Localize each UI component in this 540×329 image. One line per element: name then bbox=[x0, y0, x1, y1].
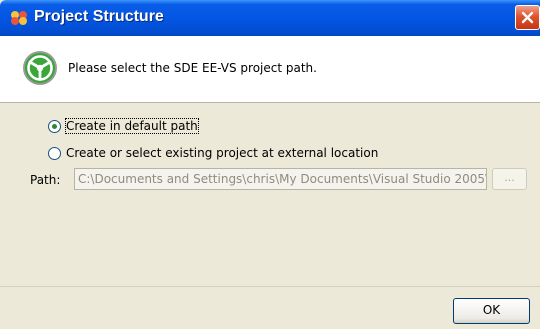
path-label: Path: bbox=[30, 173, 61, 187]
radio-default-path[interactable] bbox=[48, 120, 61, 133]
app-icon bbox=[11, 11, 27, 25]
footer-divider bbox=[0, 286, 540, 287]
title-bar[interactable]: Project Structure bbox=[0, 0, 540, 36]
radio-selected-dot bbox=[52, 124, 57, 129]
header-message: Please select the SDE EE-VS project path… bbox=[68, 61, 317, 75]
path-input[interactable]: C:\Documents and Settings\chris\My Docum… bbox=[74, 168, 487, 190]
window-title: Project Structure bbox=[34, 8, 164, 25]
radio-external-location[interactable] bbox=[48, 147, 61, 160]
close-button[interactable] bbox=[515, 5, 540, 30]
browse-button[interactable]: ... bbox=[492, 168, 527, 190]
option-external-location-label[interactable]: Create or select existing project at ext… bbox=[66, 146, 378, 160]
steering-wheel-icon bbox=[23, 51, 57, 85]
ok-button[interactable]: OK bbox=[453, 298, 530, 324]
project-structure-dialog: Project Structure Please select the SDE … bbox=[0, 0, 540, 329]
option-default-path-label[interactable]: Create in default path bbox=[65, 118, 199, 134]
close-icon bbox=[521, 11, 534, 24]
dialog-header: Please select the SDE EE-VS project path… bbox=[0, 36, 540, 103]
